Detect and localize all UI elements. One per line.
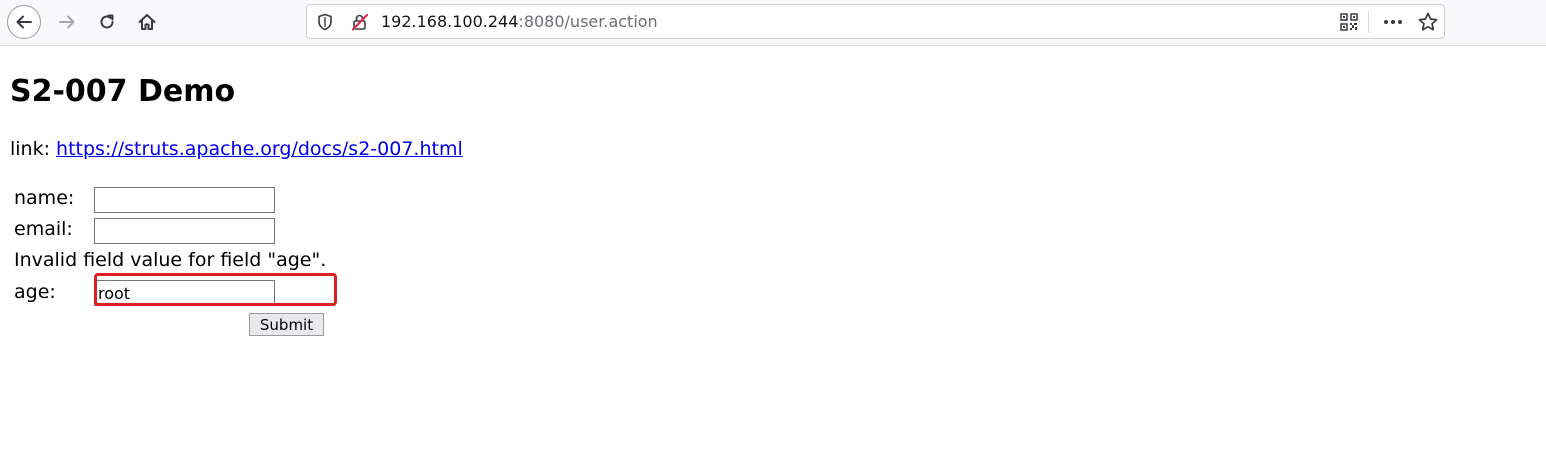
email-field[interactable] (94, 218, 275, 244)
qr-code-icon[interactable] (1340, 13, 1358, 31)
email-label: email: (14, 218, 73, 240)
reload-icon (100, 14, 114, 29)
url-host: 192.168.100.244 (381, 12, 519, 31)
age-field[interactable] (94, 280, 275, 306)
more-horizontal-icon[interactable] (1383, 13, 1403, 31)
url-text[interactable]: 192.168.100.244:8080/user.action (381, 12, 658, 31)
submit-button[interactable]: Submit (249, 313, 324, 336)
insecure-lock-icon[interactable] (351, 13, 369, 31)
age-label: age: (14, 281, 56, 303)
star-icon[interactable] (1417, 11, 1439, 33)
home-icon (138, 14, 156, 30)
link-prefix: link: (10, 138, 57, 160)
back-button[interactable] (7, 5, 41, 39)
name-label: name: (14, 187, 75, 209)
docs-link[interactable]: https://struts.apache.org/docs/s2-007.ht… (56, 138, 463, 160)
name-field[interactable] (94, 187, 275, 213)
browser-toolbar: 192.168.100.244:8080/user.action (0, 0, 1546, 46)
shield-icon[interactable] (317, 13, 333, 31)
url-bar-divider (1368, 11, 1369, 33)
arrow-left-icon (16, 15, 32, 29)
page-title: S2-007 Demo (10, 74, 236, 109)
home-button[interactable] (130, 5, 164, 39)
age-error-message: Invalid field value for field "age". (14, 249, 327, 271)
reload-button[interactable] (90, 5, 124, 39)
url-bar[interactable]: 192.168.100.244:8080/user.action (306, 4, 1445, 39)
forward-button[interactable] (50, 5, 84, 39)
page-content: S2-007 Demo link: https://struts.apache.… (0, 46, 1546, 467)
link-line: link: https://struts.apache.org/docs/s2-… (10, 138, 463, 160)
arrow-right-icon (59, 15, 75, 29)
url-path: :8080/user.action (518, 12, 658, 31)
